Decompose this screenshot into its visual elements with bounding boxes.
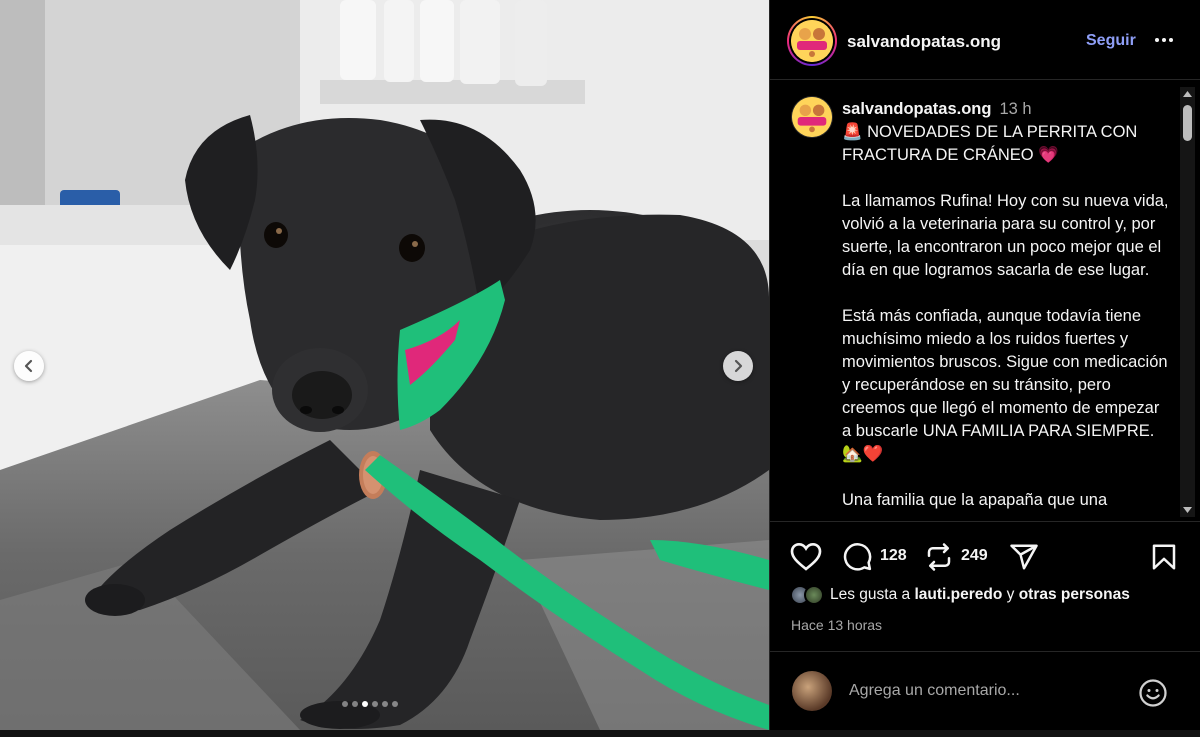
carousel-prev-button[interactable]	[14, 351, 44, 381]
others-link[interactable]: otras personas	[1019, 586, 1130, 603]
post-header: salvandopatas.ong Seguir	[770, 0, 1200, 80]
scroll-up-arrow-icon[interactable]	[1180, 87, 1195, 101]
siren-emoji: 🚨	[842, 123, 863, 141]
carousel-dot	[392, 701, 398, 707]
comment-icon[interactable]	[842, 542, 874, 572]
caption-timestamp[interactable]: 13 h	[999, 100, 1031, 118]
comment-input[interactable]	[849, 679, 1129, 703]
caption-paragraph: La llamamos Rufina! Hoy con su nueva vid…	[842, 192, 1174, 279]
comments-scroll-area[interactable]: salvandopatas.ong 13 h 🚨 NOVEDADES DE LA …	[770, 81, 1200, 521]
post-modal: salvandopatas.ong Seguir salvandopatas.o…	[0, 0, 1200, 737]
carousel-dot	[362, 701, 368, 707]
heart-icon[interactable]	[790, 542, 822, 572]
carousel-dot	[382, 701, 388, 707]
caption-headline: 🚨 NOVEDADES DE LA PERRITA CON FRACTURA D…	[842, 123, 1142, 164]
scroll-down-arrow-icon[interactable]	[1180, 503, 1195, 517]
caption-paragraph: Está más confiada, aunque todavía tiene …	[842, 307, 1173, 463]
share-icon[interactable]	[1008, 542, 1040, 572]
chevron-left-icon	[24, 359, 33, 373]
salvando-patas-logo	[792, 97, 832, 137]
emoji-icon[interactable]	[1138, 678, 1168, 708]
liker-username[interactable]: lauti.peredo	[914, 586, 1002, 603]
post-photo[interactable]	[0, 0, 769, 730]
caption-avatar[interactable]	[791, 96, 833, 138]
post-side-panel: salvandopatas.ong Seguir salvandopatas.o…	[769, 0, 1200, 730]
dog-photo	[0, 0, 769, 730]
author-username[interactable]: salvandopatas.ong	[847, 32, 1001, 52]
post-actions: 128 249 Les gusta a lauti.peredo y otras…	[770, 521, 1200, 651]
window-bottom-edge	[0, 730, 1200, 737]
liker-avatar[interactable]	[804, 585, 824, 605]
save-bookmark-icon[interactable]	[1149, 542, 1179, 572]
more-options-icon[interactable]	[1152, 30, 1176, 50]
caption-paragraph: Una familia que la apapaña que una	[842, 491, 1108, 509]
carousel-next-button[interactable]	[723, 351, 753, 381]
carousel-dot	[352, 701, 358, 707]
current-user-avatar	[792, 671, 832, 711]
scrollbar[interactable]	[1180, 87, 1195, 517]
likes-summary: Les gusta a lauti.peredo y otras persona…	[790, 584, 1130, 606]
repost-icon[interactable]	[923, 542, 955, 572]
carousel-dots	[342, 701, 398, 707]
post-caption: salvandopatas.ong 13 h 🚨 NOVEDADES DE LA …	[842, 98, 1172, 512]
salvando-patas-logo	[791, 20, 833, 62]
author-avatar[interactable]	[787, 16, 837, 66]
caption-username[interactable]: salvandopatas.ong	[842, 100, 991, 118]
carousel-dot	[342, 701, 348, 707]
chevron-right-icon	[734, 359, 743, 373]
add-comment-bar	[770, 651, 1200, 730]
post-time[interactable]: Hace 13 horas	[791, 617, 882, 633]
carousel-dot	[372, 701, 378, 707]
scrollbar-thumb[interactable]	[1183, 105, 1192, 141]
reposts-count[interactable]: 249	[961, 547, 988, 565]
follow-button[interactable]: Seguir	[1086, 32, 1136, 50]
comments-count[interactable]: 128	[880, 547, 907, 565]
